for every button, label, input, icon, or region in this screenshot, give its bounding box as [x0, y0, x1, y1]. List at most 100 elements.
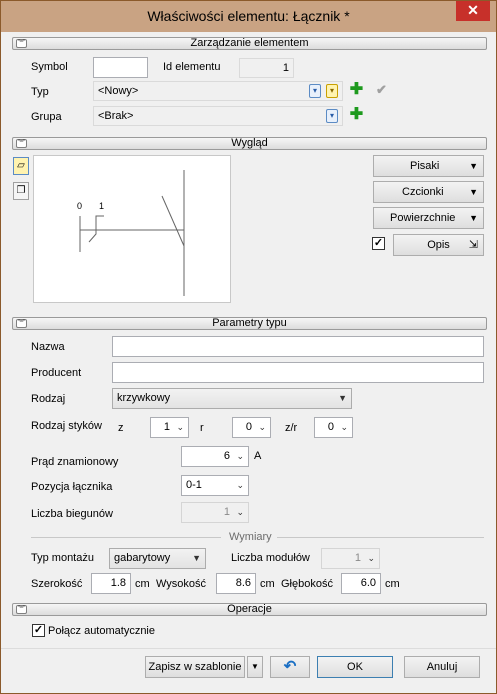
element-id-label: Id elementu	[163, 61, 221, 73]
section-type-params-header[interactable]: ︾ Parametry typu	[12, 317, 487, 330]
description-checkbox[interactable]: ✓	[372, 237, 385, 250]
poles-label: Liczba biegunów	[31, 508, 113, 520]
mount-type-chevron-down-icon: ▼	[192, 553, 201, 563]
contacts-label: Rodzaj styków	[31, 420, 102, 432]
height-unit: cm	[260, 578, 275, 590]
group-label: Grupa	[31, 111, 62, 123]
view-tab-2d-icon[interactable]: ▱	[13, 157, 29, 175]
width-unit: cm	[135, 578, 150, 590]
type-field: <Nowy>	[93, 81, 343, 101]
window-title: Właściwości elementu: Łącznik *	[147, 8, 350, 24]
auto-connect-label: Połącz automatycznie	[48, 625, 155, 637]
kind-chevron-down-icon: ▼	[338, 393, 347, 403]
poles-chevron-down-icon: ⌄	[236, 507, 244, 517]
modules-select[interactable]: 1 ⌄	[321, 548, 380, 569]
type-value: <Nowy>	[98, 85, 139, 97]
width-label: Szerokość	[31, 578, 83, 590]
rated-current-select[interactable]: 6 ⌄	[181, 446, 249, 467]
switch-symbol-drawing: 0 1	[77, 170, 185, 296]
save-template-dropdown-button[interactable]: ▼	[247, 656, 263, 678]
rated-current-unit: A	[254, 450, 262, 462]
element-id-field: 1	[239, 58, 294, 78]
description-button[interactable]: Opis ⇲	[393, 234, 484, 256]
collapse-chevron-icon[interactable]: ︾	[16, 39, 27, 48]
modules-label: Liczba modułów	[231, 552, 310, 564]
group-value: <Brak>	[98, 110, 134, 122]
type-marker-icon[interactable]: ▾	[326, 84, 338, 98]
add-group-plus-icon[interactable]: ✚	[348, 107, 365, 124]
surfaces-button[interactable]: Powierzchnie ▼	[373, 207, 484, 229]
name-label: Nazwa	[31, 341, 65, 353]
section-manage-title: Zarządzanie elementem	[190, 37, 309, 49]
confirm-check-icon[interactable]: ✔	[373, 82, 390, 99]
auto-connect-checkbox[interactable]: ✓	[32, 624, 45, 637]
group-field: <Brak>	[93, 106, 343, 126]
section-operations-header[interactable]: ︾ Operacje	[12, 603, 487, 616]
fonts-button[interactable]: Czcionki ▼	[373, 181, 484, 203]
depth-input[interactable]: 6.0	[341, 573, 381, 594]
section-appearance-title: Wygląd	[231, 137, 268, 149]
close-button[interactable]: ✕	[456, 1, 490, 21]
section-operations-title: Operacje	[227, 603, 272, 615]
open-description-icon: ⇲	[468, 239, 478, 251]
preview-label-1: 1	[99, 201, 104, 211]
collapse-chevron-icon[interactable]: ︾	[16, 139, 27, 148]
undo-button[interactable]: ↶	[270, 656, 310, 678]
footer-divider	[1, 648, 496, 649]
group-browse-icon[interactable]: ▾	[326, 109, 338, 123]
mount-type-label: Typ montażu	[31, 552, 94, 564]
kind-select[interactable]: krzywkowy ▼	[112, 388, 352, 409]
pens-dropdown-icon: ▼	[469, 161, 478, 171]
z-label: z	[118, 422, 124, 434]
mount-type-select[interactable]: gabarytowy ▼	[109, 548, 206, 569]
name-input[interactable]	[112, 336, 484, 357]
zr-select[interactable]: 0 ⌄	[314, 417, 353, 438]
switch-position-label: Pozycja łącznika	[31, 481, 113, 493]
fonts-dropdown-icon: ▼	[469, 187, 478, 197]
dimensions-divider-left	[31, 537, 221, 538]
section-manage-header[interactable]: ︾ Zarządzanie elementem	[12, 37, 487, 50]
r-label: r	[200, 422, 204, 434]
poles-select[interactable]: 1 ⌄	[181, 502, 249, 523]
dimensions-divider-right	[277, 537, 484, 538]
dimensions-title: Wymiary	[229, 531, 272, 543]
pens-button[interactable]: Pisaki ▼	[373, 155, 484, 177]
z-chevron-down-icon: ⌄	[176, 422, 184, 432]
preview-label-0: 0	[77, 201, 82, 211]
symbol-preview: 0 1	[33, 155, 231, 303]
ok-button[interactable]: OK	[317, 656, 393, 678]
type-browse-icon[interactable]: ▾	[309, 84, 321, 98]
add-type-plus-icon[interactable]: ✚	[348, 82, 365, 99]
zr-chevron-down-icon: ⌄	[340, 422, 348, 432]
depth-unit: cm	[385, 578, 400, 590]
chevron-down-icon: ▼	[251, 662, 259, 671]
height-input[interactable]: 8.6	[216, 573, 256, 594]
symbol-label: Symbol	[31, 61, 68, 73]
kind-label: Rodzaj	[31, 393, 66, 405]
undo-icon: ↶	[283, 658, 297, 675]
height-label: Wysokość	[156, 578, 207, 590]
title-bar[interactable]: Właściwości elementu: Łącznik * ✕	[1, 1, 496, 32]
type-label: Typ	[31, 86, 49, 98]
collapse-chevron-icon[interactable]: ︾	[16, 605, 27, 614]
view-tab-3d-icon[interactable]: ❐	[13, 182, 29, 200]
section-appearance-header[interactable]: ︾ Wygląd	[12, 137, 487, 150]
switch-position-select[interactable]: 0-1 ⌄	[181, 475, 249, 496]
zr-label: z/r	[285, 422, 298, 434]
width-input[interactable]: 1.8	[91, 573, 131, 594]
producer-label: Producent	[31, 367, 82, 379]
collapse-chevron-icon[interactable]: ︾	[16, 319, 27, 328]
modules-chevron-down-icon: ⌄	[367, 553, 375, 563]
r-chevron-down-icon: ⌄	[258, 422, 266, 432]
cancel-button[interactable]: Anuluj	[404, 656, 480, 678]
switch-position-chevron-down-icon: ⌄	[236, 480, 244, 490]
producer-input[interactable]	[112, 362, 484, 383]
depth-label: Głębokość	[281, 578, 333, 590]
section-type-params-title: Parametry typu	[212, 317, 287, 329]
r-select[interactable]: 0 ⌄	[232, 417, 271, 438]
save-template-button[interactable]: Zapisz w szablonie	[145, 656, 245, 678]
z-select[interactable]: 1 ⌄	[150, 417, 189, 438]
rated-current-label: Prąd znamionowy	[31, 456, 119, 468]
symbol-input[interactable]	[93, 57, 148, 78]
rated-current-chevron-down-icon: ⌄	[236, 451, 244, 461]
